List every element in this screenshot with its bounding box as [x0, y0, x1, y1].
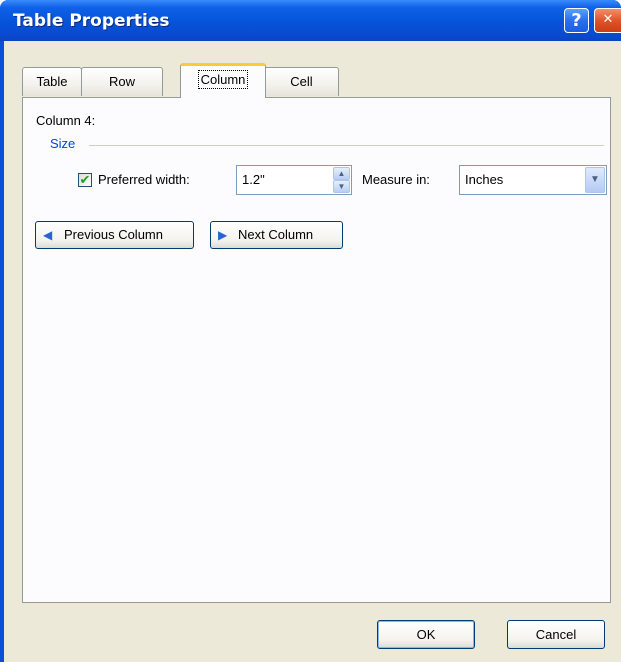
check-mark-icon: ✔ — [79, 172, 91, 187]
triangle-up-icon[interactable]: ▲ — [333, 167, 350, 180]
preferred-width-label[interactable]: Preferred width: — [98, 172, 190, 187]
tab-column[interactable]: Column — [180, 63, 266, 98]
dialog-title: Table Properties — [13, 11, 170, 31]
preferred-width-checkbox[interactable]: ✔ — [78, 173, 92, 187]
tab-strip: Table Row Column Cell — [4, 41, 621, 99]
width-spinner: ▲ ▼ — [333, 167, 350, 193]
size-group-label: Size — [50, 136, 76, 151]
chevron-down-icon[interactable]: ▼ — [585, 167, 605, 193]
previous-column-label: Previous Column — [64, 227, 163, 242]
measure-in-value: Inches — [465, 172, 504, 187]
close-icon: ✕ — [602, 12, 614, 27]
measure-in-select[interactable]: Inches ▼ — [459, 165, 607, 195]
dialog-client-area: Table Row Column Cell Column 4: Size ✔ P… — [4, 41, 621, 662]
tab-column-label: Column — [197, 70, 249, 89]
previous-column-button[interactable]: ◀ Previous Column — [35, 221, 194, 249]
preferred-width-value: 1.2" — [242, 172, 265, 187]
tab-row-label: Row — [108, 74, 135, 89]
close-button[interactable]: ✕ — [594, 8, 621, 33]
size-group-divider — [89, 145, 604, 146]
measure-in-label: Measure in: — [362, 172, 430, 187]
ok-button[interactable]: OK — [377, 620, 475, 649]
cancel-button[interactable]: Cancel — [507, 620, 605, 649]
preferred-width-input[interactable]: 1.2" ▲ ▼ — [236, 165, 352, 195]
title-bar[interactable]: Table Properties ? ✕ — [0, 0, 621, 41]
column-number-label: Column 4: — [36, 113, 96, 128]
tab-cell[interactable]: Cell — [264, 67, 339, 96]
table-properties-dialog: Table Properties ? ✕ Table Row Column Ce… — [0, 0, 621, 662]
question-mark-icon: ? — [571, 10, 582, 31]
tab-cell-label: Cell — [290, 74, 313, 89]
arrow-left-icon: ◀ — [43, 228, 53, 242]
help-button[interactable]: ? — [564, 8, 589, 33]
next-column-label: Next Column — [238, 227, 314, 242]
column-tab-panel: Column 4: Size ✔ Preferred width: 1.2" ▲… — [22, 97, 611, 603]
tab-row[interactable]: Row — [81, 67, 163, 96]
next-column-button[interactable]: ▶ Next Column — [210, 221, 343, 249]
tab-table-label: Table — [36, 74, 68, 89]
arrow-right-icon: ▶ — [218, 228, 228, 242]
triangle-down-icon[interactable]: ▼ — [333, 180, 350, 193]
tab-table[interactable]: Table — [22, 67, 82, 96]
